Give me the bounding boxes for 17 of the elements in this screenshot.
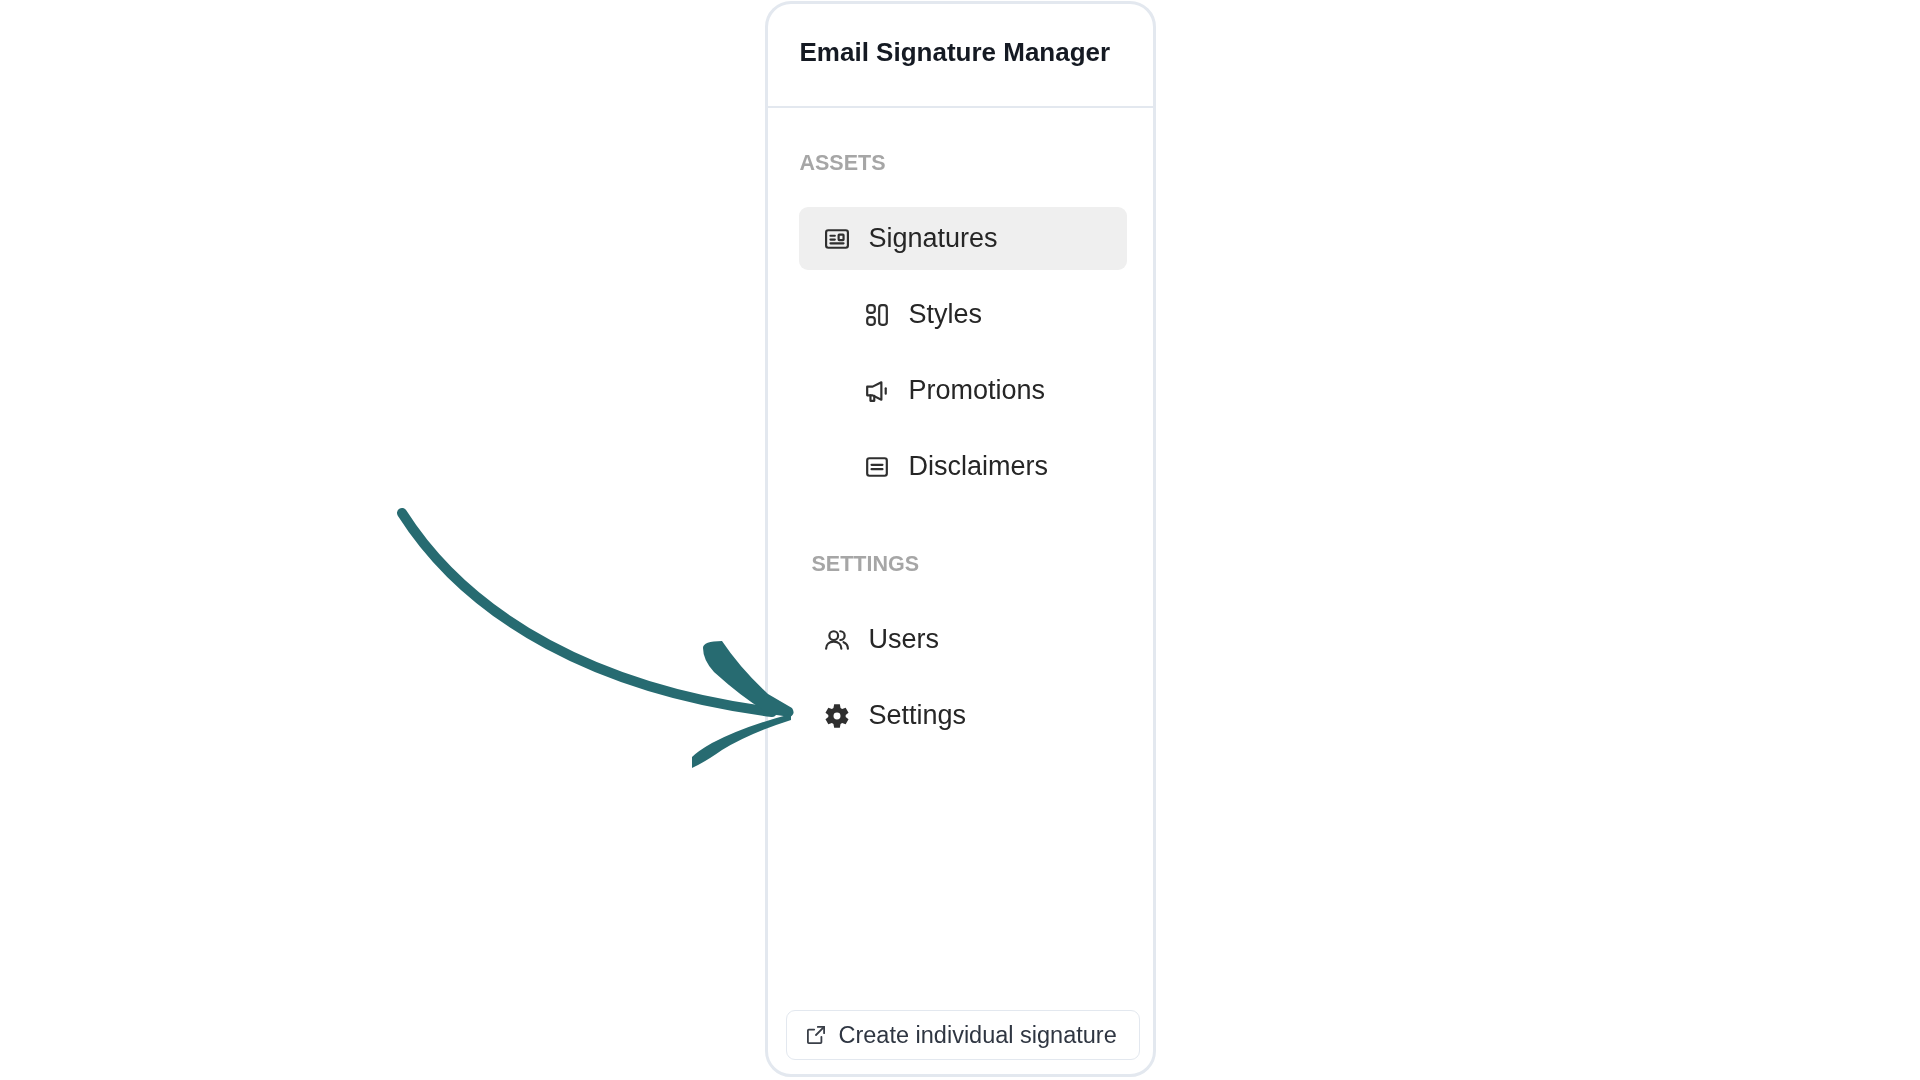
section-heading: SETTINGS — [811, 551, 919, 577]
nav-item[interactable]: Users — [798, 608, 1127, 671]
create-signature-button[interactable]: Create individual signature — [785, 1010, 1140, 1060]
nav-item[interactable]: Signatures — [798, 207, 1127, 270]
gear-icon — [824, 703, 849, 728]
layout-icon — [864, 302, 889, 327]
document-lines-icon — [864, 454, 889, 479]
section-heading: ASSETS — [799, 150, 886, 176]
nav-item[interactable]: Styles — [798, 283, 1127, 346]
nav-item[interactable]: Settings — [798, 684, 1127, 747]
external-link-icon — [806, 1026, 825, 1044]
users-icon — [824, 627, 849, 652]
id-card-icon — [824, 226, 849, 251]
nav-item[interactable]: Disclaimers — [798, 435, 1127, 498]
megaphone-icon — [864, 378, 889, 403]
nav-item[interactable]: Promotions — [798, 359, 1127, 422]
app-title: Email Signature Manager — [799, 36, 1111, 68]
